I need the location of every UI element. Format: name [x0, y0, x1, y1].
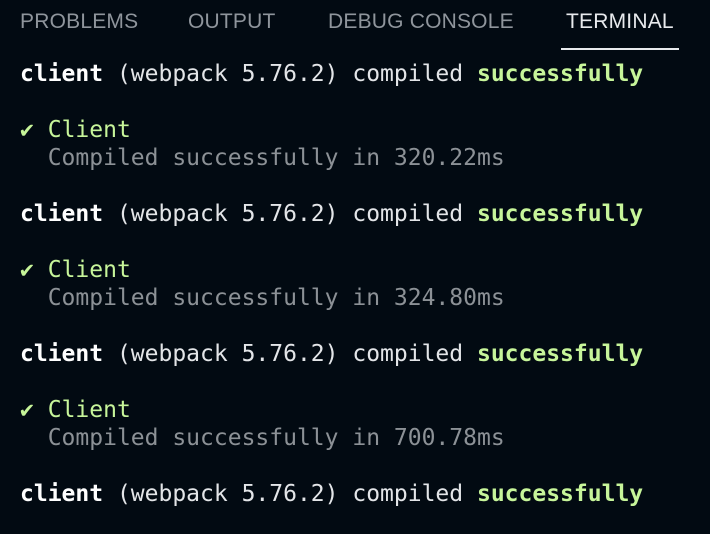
compiler-name: client — [20, 481, 104, 507]
client-header: ✔ Client — [20, 396, 131, 424]
compile-status: successfully — [476, 481, 644, 507]
compile-line: client (webpack 5.76.2) compiled success… — [20, 340, 643, 368]
compile-detail: (webpack 5.76.2) compiled — [103, 61, 477, 87]
tab-debug-console[interactable]: DEBUG CONSOLE — [328, 10, 514, 50]
compile-time-message: Compiled successfully in 700.78ms — [47, 425, 505, 451]
client-title: Client — [47, 257, 131, 283]
compiler-name: client — [20, 341, 104, 367]
check-icon: ✔ — [20, 117, 34, 143]
compile-detail: (webpack 5.76.2) compiled — [103, 201, 477, 227]
client-header: ✔ Client — [20, 116, 131, 144]
client-message: Compiled successfully in 324.80ms — [20, 284, 505, 312]
check-icon: ✔ — [20, 257, 34, 283]
tab-problems[interactable]: PROBLEMS — [20, 10, 138, 50]
client-header: ✔ Client — [20, 256, 131, 284]
compile-status: successfully — [476, 201, 644, 227]
compile-time-message: Compiled successfully in 324.80ms — [47, 285, 505, 311]
compiler-name: client — [20, 61, 104, 87]
compiler-name: client — [20, 201, 104, 227]
client-title: Client — [47, 117, 131, 143]
compile-status: successfully — [476, 341, 644, 367]
panel-tab-bar: PROBLEMS OUTPUT DEBUG CONSOLE TERMINAL — [0, 0, 710, 50]
compile-line: client (webpack 5.76.2) compiled success… — [20, 200, 643, 228]
terminal-output[interactable]: client (webpack 5.76.2) compiled success… — [0, 54, 710, 534]
client-message: Compiled successfully in 700.78ms — [20, 424, 505, 452]
compile-detail: (webpack 5.76.2) compiled — [103, 481, 477, 507]
compile-detail: (webpack 5.76.2) compiled — [103, 341, 477, 367]
check-icon: ✔ — [20, 397, 34, 423]
compile-status: successfully — [476, 61, 644, 87]
compile-time-message: Compiled successfully in 320.22ms — [47, 145, 505, 171]
tab-terminal[interactable]: TERMINAL — [561, 10, 679, 50]
tab-output[interactable]: OUTPUT — [188, 10, 276, 50]
terminal-panel: PROBLEMS OUTPUT DEBUG CONSOLE TERMINAL c… — [0, 0, 710, 534]
client-message: Compiled successfully in 320.22ms — [20, 144, 505, 172]
compile-line: client (webpack 5.76.2) compiled success… — [20, 60, 643, 88]
compile-line: client (webpack 5.76.2) compiled success… — [20, 480, 643, 508]
client-title: Client — [47, 397, 131, 423]
